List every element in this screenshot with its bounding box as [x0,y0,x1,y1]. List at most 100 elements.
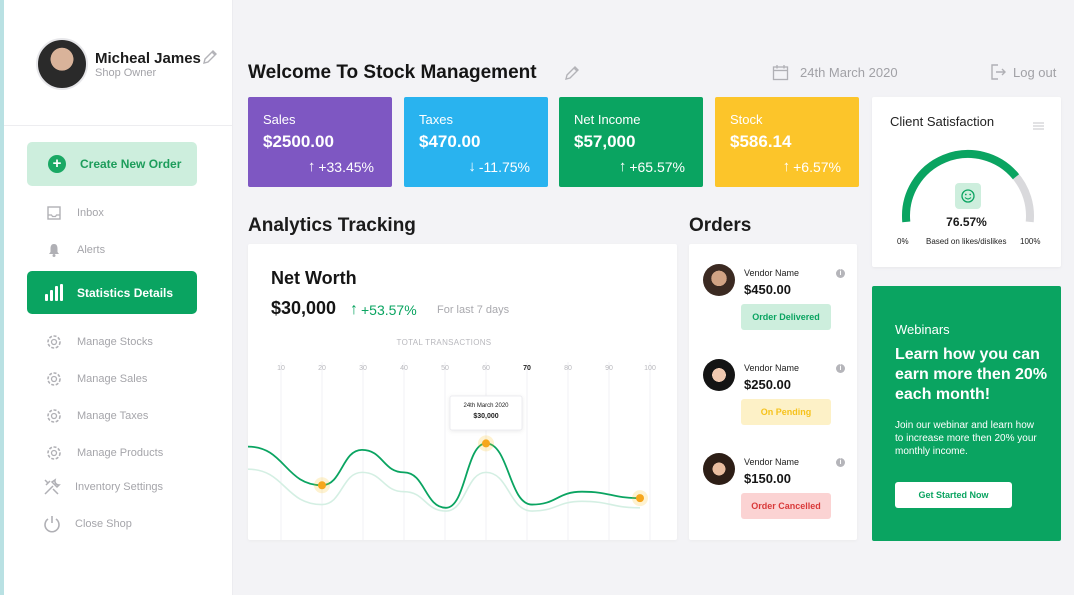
sidebar-item-label: Inbox [77,207,104,219]
sidebar-item-manage-sales[interactable]: Manage Sales [27,364,197,394]
vendor-name: Vendor Name [744,268,800,278]
x-tick-label: 10 [277,365,285,372]
analytics-card: Net Worth $30,000 ↑ +53.57% For last 7 da… [248,244,677,540]
data-point[interactable] [318,481,326,490]
stat-card-stock[interactable]: Stock $586.14 ↑ +6.57% [715,97,859,187]
order-item[interactable]: Vendor Name $450.00 i Order Delivered [689,264,857,354]
info-icon[interactable]: i [836,458,845,467]
logout-label: Log out [1013,64,1057,80]
bar-chart-icon [44,283,64,303]
sidebar-item-label: Manage Sales [77,373,148,385]
vendor-avatar [703,359,735,391]
arrow-up-icon: ↑ [618,158,627,175]
vendor-avatar [703,453,735,485]
data-point[interactable] [636,494,644,503]
order-item[interactable]: Vendor Name $250.00 i On Pending [689,359,857,449]
order-item[interactable]: Vendor Name $150.00 i Order Cancelled [689,453,857,543]
edit-profile-icon[interactable] [201,48,219,71]
tooltip-value: $30,000 [473,413,498,420]
sidebar-item-label: Manage Products [77,447,164,459]
x-tick-label: 40 [400,365,408,372]
orders-section-title: Orders [689,215,752,236]
sidebar-item-label: Manage Taxes [77,410,149,422]
stat-change-value: +33.45% [318,158,374,175]
sidebar-item-alerts[interactable]: Alerts [27,235,197,265]
sidebar-item-label: Alerts [77,244,106,256]
date-display: 24th March 2020 [772,64,898,81]
gauge-min-label: 0% [897,237,909,246]
sidebar-item-inbox[interactable]: Inbox [27,198,197,228]
create-new-order-button[interactable]: + Create New Order [27,142,197,186]
power-icon [42,514,62,534]
sidebar: Micheal James Shop Owner + Create New Or… [4,0,233,595]
gear-icon [44,369,64,389]
stat-change-value: -11.75% [478,158,530,175]
stat-label: Taxes [419,112,453,127]
stat-change: ↑ +33.45% [308,158,374,175]
logout-icon [991,64,1006,80]
get-started-button[interactable]: Get Started Now [895,482,1012,508]
x-tick-label: 70 [523,365,531,372]
calendar-icon [772,65,789,81]
net-worth-chart: 10 20 30 40 50 60 70 80 90 100 24th March 2020 $3… [248,362,656,540]
sidebar-item-label: Close Shop [75,518,132,530]
satisfaction-value: 76.57% [946,215,987,229]
analytics-section-title: Analytics Tracking [248,215,416,236]
page-title: Welcome To Stock Management [248,62,537,83]
arrow-up-icon: ↑ [307,158,316,175]
gear-icon [44,406,64,426]
series-line-primary [248,442,641,509]
stat-label: Net Income [574,112,641,127]
order-status-badge: Order Delivered [741,304,831,330]
sidebar-item-close-shop[interactable]: Close Shop [27,509,197,539]
vendor-name: Vendor Name [744,363,800,373]
edit-title-icon[interactable] [563,64,581,87]
order-amount: $450.00 [744,282,791,297]
sidebar-item-statistics-details[interactable]: Statistics Details [27,271,197,314]
logout-button[interactable]: Log out [989,63,1056,81]
profile-role: Shop Owner [95,67,157,79]
order-amount: $150.00 [744,471,791,486]
chart-tooltip: 24th March 2020 $30,000 [449,395,523,431]
x-tick-label: 100 [644,365,656,372]
stat-label: Sales [263,112,296,127]
x-tick-label: 90 [605,365,613,372]
tools-icon [42,477,62,497]
stat-card-taxes[interactable]: Taxes $470.00 ↓ -11.75% [404,97,548,187]
sidebar-item-manage-taxes[interactable]: Manage Taxes [27,401,197,431]
sidebar-item-manage-stocks[interactable]: Manage Stocks [27,327,197,357]
stat-card-sales[interactable]: Sales $2500.00 ↑ +33.45% [248,97,392,187]
client-satisfaction-card: Client Satisfaction 76.57% 0% Based on l… [872,97,1061,267]
x-tick-label: 80 [564,365,572,372]
bell-icon [44,240,64,260]
stat-change-value: +6.57% [793,158,841,175]
stat-card-net-income[interactable]: Net Income $57,000 ↑ +65.57% [559,97,703,187]
stat-change: ↑ +6.57% [783,158,841,175]
stat-label: Stock [730,112,763,127]
x-tick-label: 60 [482,365,490,372]
smile-icon-bg [955,183,981,209]
webinar-headline: Learn how you can earn more then 20% eac… [895,346,1048,403]
app-window: Micheal James Shop Owner + Create New Or… [4,0,1074,595]
info-icon[interactable]: i [836,364,845,373]
gear-icon [44,332,64,352]
stat-value: $57,000 [574,132,636,151]
gauge-max-label: 100% [1020,237,1041,246]
stat-change: ↓ -11.75% [468,158,530,175]
info-icon[interactable]: i [836,269,845,278]
data-point[interactable] [482,439,490,448]
sidebar-item-label: Manage Stocks [77,336,153,348]
sidebar-item-manage-products[interactable]: Manage Products [27,438,197,468]
stat-value: $470.00 [419,132,481,151]
vendor-avatar [703,264,735,296]
sidebar-item-label: Statistics Details [77,285,174,300]
avatar[interactable] [36,38,88,90]
gauge-caption: Based on likes/dislikes [926,237,1007,246]
sidebar-item-inventory-settings[interactable]: Inventory Settings [27,472,197,502]
profile-section: Micheal James Shop Owner [4,0,233,126]
arrow-down-icon: ↓ [468,158,476,175]
gear-icon [44,443,64,463]
stat-value: $2500.00 [263,132,334,151]
webinar-card: Webinars Learn how you can earn more the… [872,286,1061,541]
x-tick-label: 20 [318,365,326,372]
